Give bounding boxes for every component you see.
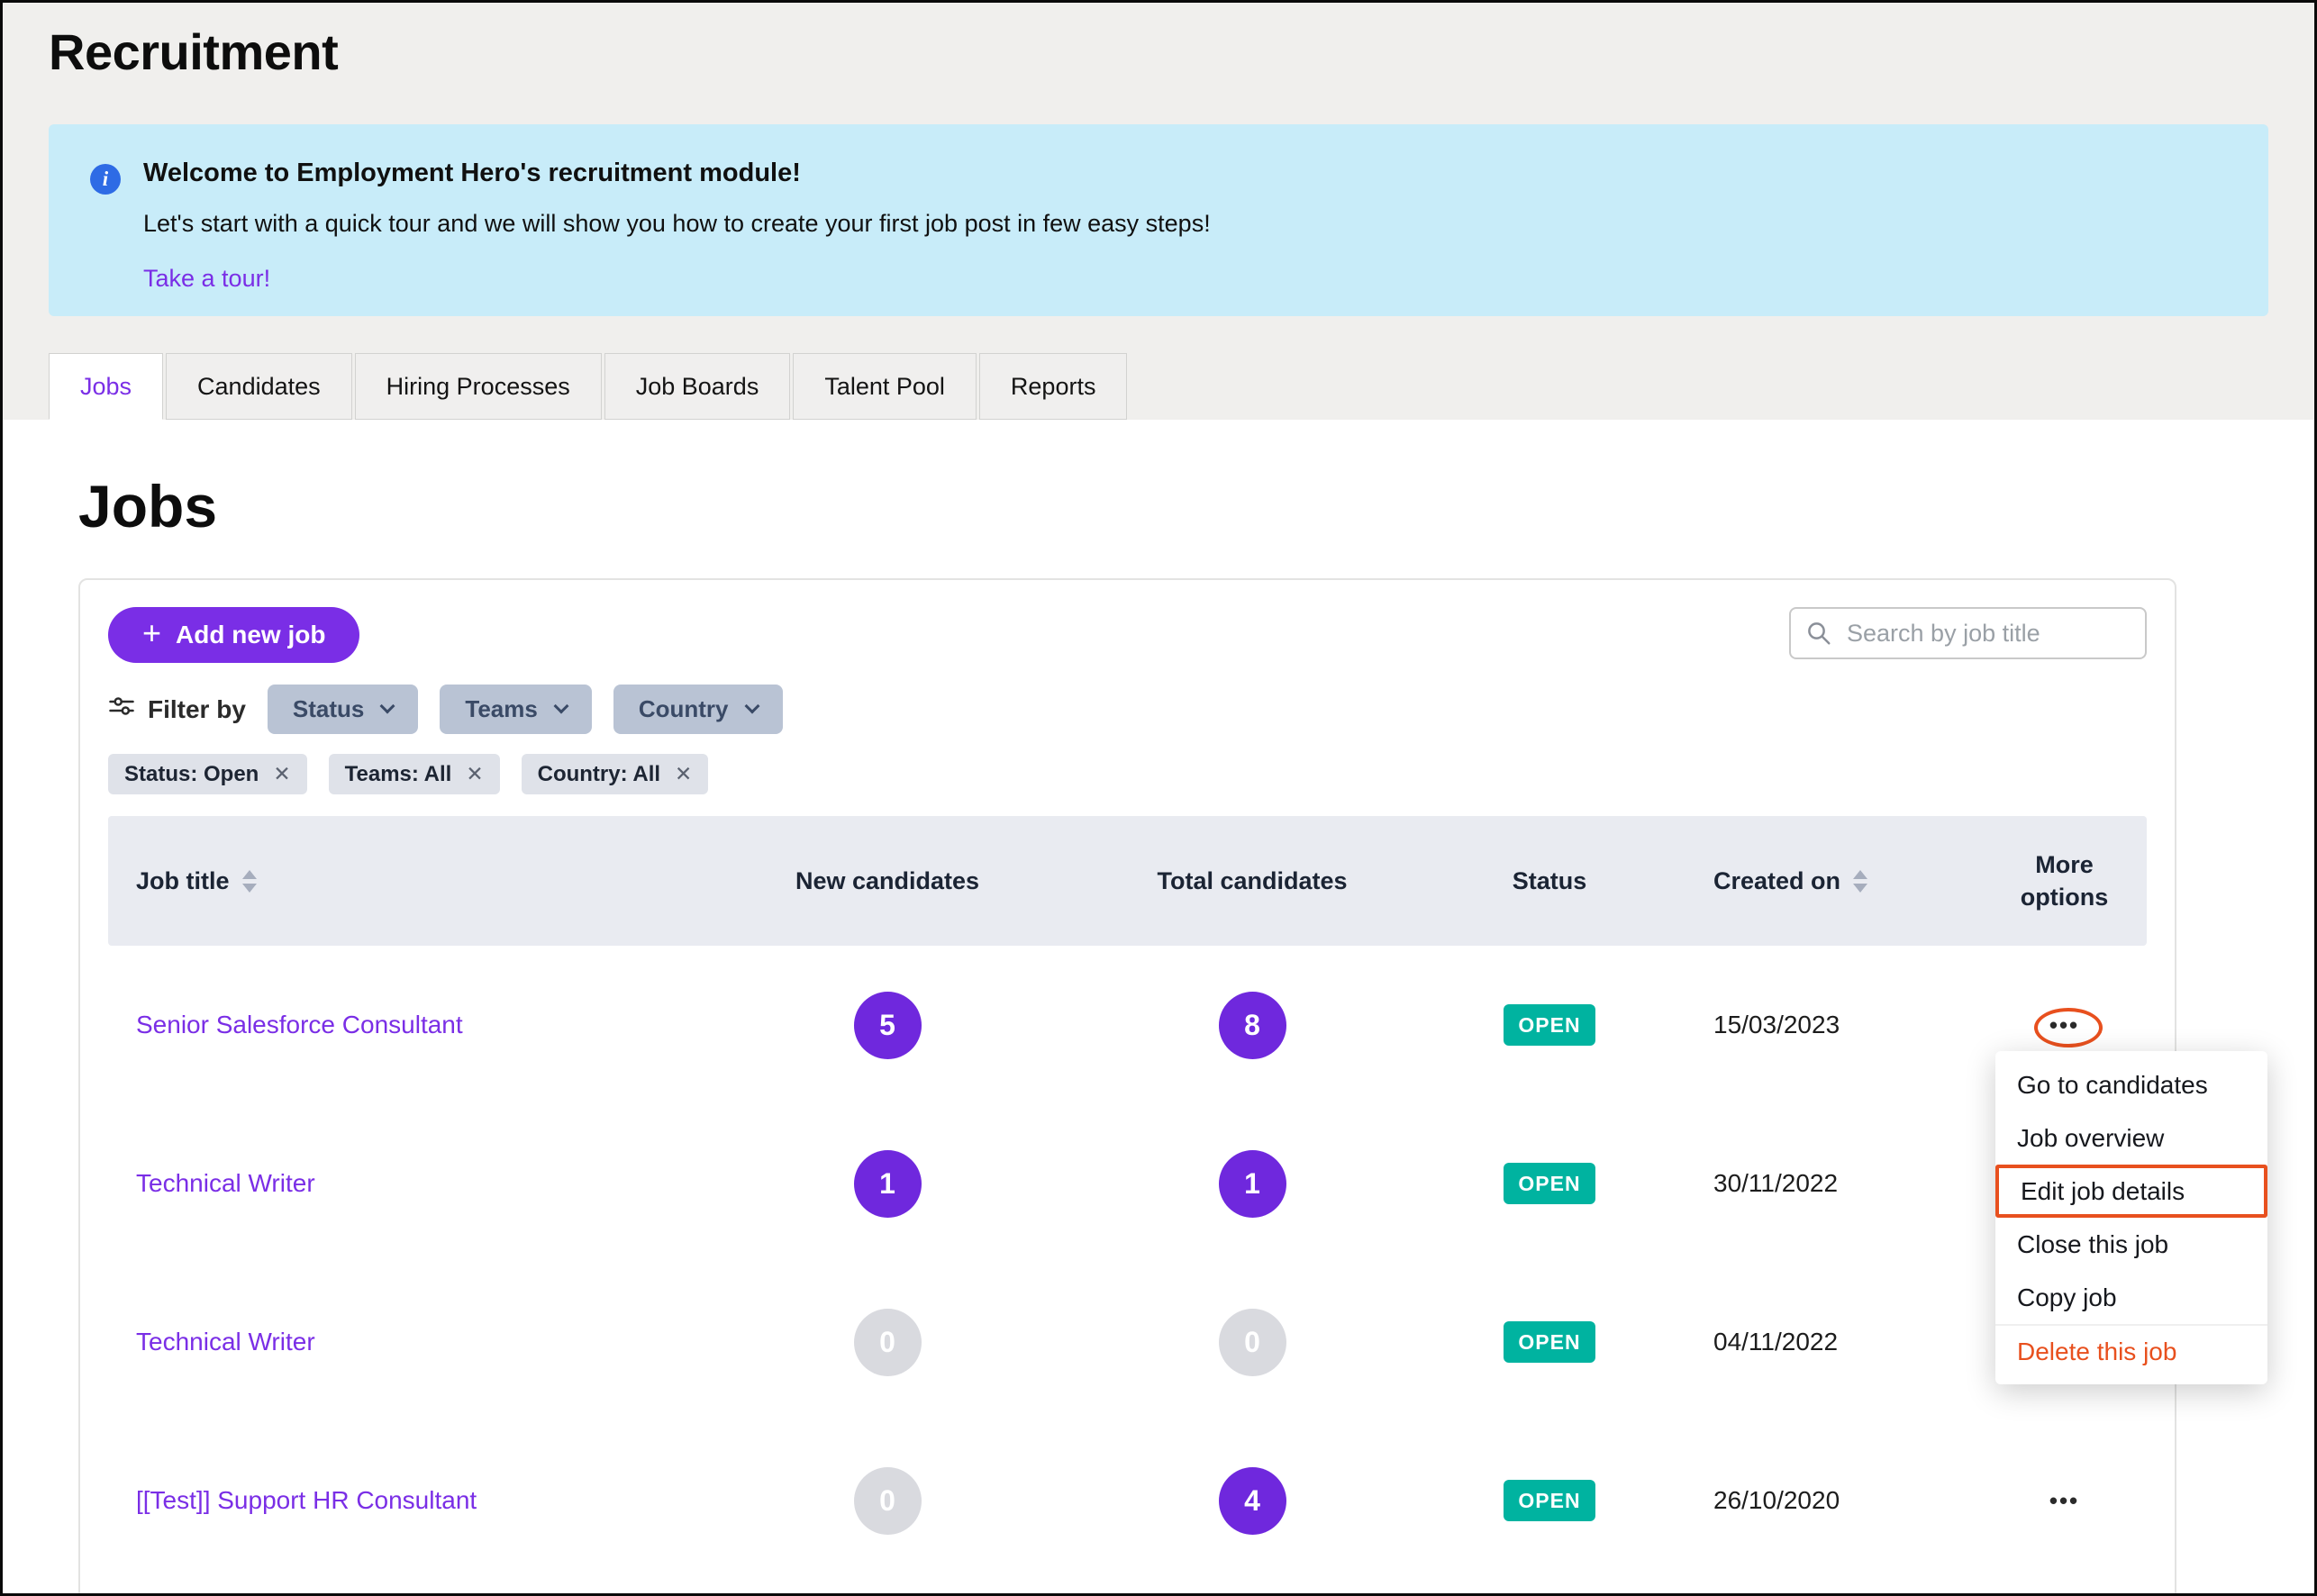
total-candidates-count: 0: [1219, 1309, 1286, 1376]
info-icon: i: [90, 164, 121, 195]
job-title-link[interactable]: [[Test]] Support HR Consultant: [108, 1486, 730, 1515]
table-row: Technical Writer 0 0 OPEN 04/11/2022 •••: [108, 1263, 2147, 1421]
tab-job-boards[interactable]: Job Boards: [604, 353, 791, 420]
page-title: Recruitment: [49, 3, 2268, 81]
content-area: Jobs + Add new job: [3, 420, 2314, 1596]
tab-hiring-processes[interactable]: Hiring Processes: [355, 353, 602, 420]
table-row: Senior Salesforce Consultant 5 8 OPEN 15…: [108, 946, 2147, 1104]
chip-status-open[interactable]: Status: Open ✕: [108, 754, 307, 794]
chip-teams-all[interactable]: Teams: All ✕: [329, 754, 500, 794]
status-badge: OPEN: [1504, 1321, 1595, 1363]
jobs-heading: Jobs: [78, 420, 2239, 540]
tab-candidates[interactable]: Candidates: [166, 353, 352, 420]
tab-bar: Jobs Candidates Hiring Processes Job Boa…: [49, 353, 2268, 420]
column-total-candidates: Total candidates: [1045, 867, 1459, 895]
status-badge: OPEN: [1504, 1004, 1595, 1046]
new-candidates-count: 5: [854, 992, 922, 1059]
tab-reports[interactable]: Reports: [979, 353, 1128, 420]
total-candidates-count: 1: [1219, 1150, 1286, 1218]
banner-title: Welcome to Employment Hero's recruitment…: [143, 159, 2232, 188]
welcome-banner: i Welcome to Employment Hero's recruitme…: [49, 124, 2268, 316]
filter-by-label: Filter by: [108, 693, 246, 726]
column-created-on: Created on: [1640, 867, 1982, 895]
created-on-date: 04/11/2022: [1640, 1328, 1982, 1356]
filter-dropdown-status[interactable]: Status: [268, 685, 418, 734]
active-filter-chips: Status: Open ✕ Teams: All ✕ Country: All…: [108, 754, 2147, 794]
table-header: Job title New candidates Total candidate…: [108, 816, 2147, 946]
recruitment-page: Recruitment i Welcome to Employment Hero…: [0, 0, 2317, 1596]
close-icon[interactable]: ✕: [466, 762, 483, 786]
filter-row: Filter by Status Teams Country: [108, 685, 2147, 734]
search-box: [1789, 607, 2147, 659]
created-on-date: 15/03/2023: [1640, 1011, 1982, 1039]
new-candidates-count: 1: [854, 1150, 922, 1218]
chevron-down-icon: [744, 699, 759, 714]
jobs-card: + Add new job Filter by: [78, 578, 2176, 1596]
close-icon[interactable]: ✕: [273, 762, 290, 786]
job-title-link[interactable]: Technical Writer: [108, 1328, 730, 1356]
card-toolbar: + Add new job: [108, 607, 2147, 663]
filter-dropdown-teams[interactable]: Teams: [440, 685, 591, 734]
column-job-title: Job title: [108, 867, 730, 895]
status-badge: OPEN: [1504, 1163, 1595, 1204]
chip-country-all[interactable]: Country: All ✕: [522, 754, 709, 794]
menu-item-job-overview[interactable]: Job overview: [1995, 1111, 2267, 1165]
table-row: [[Test]] Support HR Consultant 0 4 OPEN …: [108, 1421, 2147, 1580]
take-tour-link[interactable]: Take a tour!: [143, 265, 270, 293]
created-on-date: 26/10/2020: [1640, 1486, 1982, 1515]
new-candidates-count: 0: [854, 1467, 922, 1535]
status-badge: OPEN: [1504, 1480, 1595, 1521]
close-icon[interactable]: ✕: [675, 762, 692, 786]
menu-item-delete-this-job[interactable]: Delete this job: [1995, 1324, 2267, 1377]
column-new-candidates: New candidates: [730, 867, 1045, 895]
menu-item-close-this-job[interactable]: Close this job: [1995, 1218, 2267, 1271]
chevron-down-icon: [380, 699, 395, 714]
new-candidates-count: 0: [854, 1309, 922, 1376]
total-candidates-count: 8: [1219, 992, 1286, 1059]
column-more-options: More options: [1982, 848, 2147, 914]
add-new-job-button[interactable]: + Add new job: [108, 607, 359, 663]
sort-icon[interactable]: [1853, 870, 1867, 893]
tab-talent-pool[interactable]: Talent Pool: [793, 353, 977, 420]
search-icon: [1805, 620, 1832, 651]
more-options-icon[interactable]: •••: [1982, 1011, 2147, 1039]
created-on-date: 30/11/2022: [1640, 1169, 1982, 1198]
more-options-icon[interactable]: •••: [1982, 1487, 2147, 1515]
tab-jobs[interactable]: Jobs: [49, 353, 163, 420]
row-actions-menu: Go to candidates Job overview Edit job d…: [1995, 1051, 2267, 1384]
banner-body: Let's start with a quick tour and we wil…: [143, 210, 2232, 238]
filter-dropdown-country[interactable]: Country: [613, 685, 783, 734]
column-status: Status: [1459, 867, 1640, 895]
filter-icon: [108, 693, 135, 726]
search-input[interactable]: [1789, 607, 2147, 659]
total-candidates-count: 4: [1219, 1467, 1286, 1535]
add-new-job-label: Add new job: [176, 621, 325, 649]
menu-item-copy-job[interactable]: Copy job: [1995, 1271, 2267, 1324]
menu-item-edit-job-details[interactable]: Edit job details: [1995, 1165, 2267, 1218]
top-section: Recruitment i Welcome to Employment Hero…: [3, 3, 2314, 420]
sort-icon[interactable]: [242, 870, 257, 893]
job-title-link[interactable]: Senior Salesforce Consultant: [108, 1011, 730, 1039]
job-title-link[interactable]: Technical Writer: [108, 1169, 730, 1198]
table-row: Technical Writer 1 1 OPEN 30/11/2022 •••: [108, 1104, 2147, 1263]
chevron-down-icon: [553, 699, 568, 714]
menu-item-go-to-candidates[interactable]: Go to candidates: [1995, 1058, 2267, 1111]
